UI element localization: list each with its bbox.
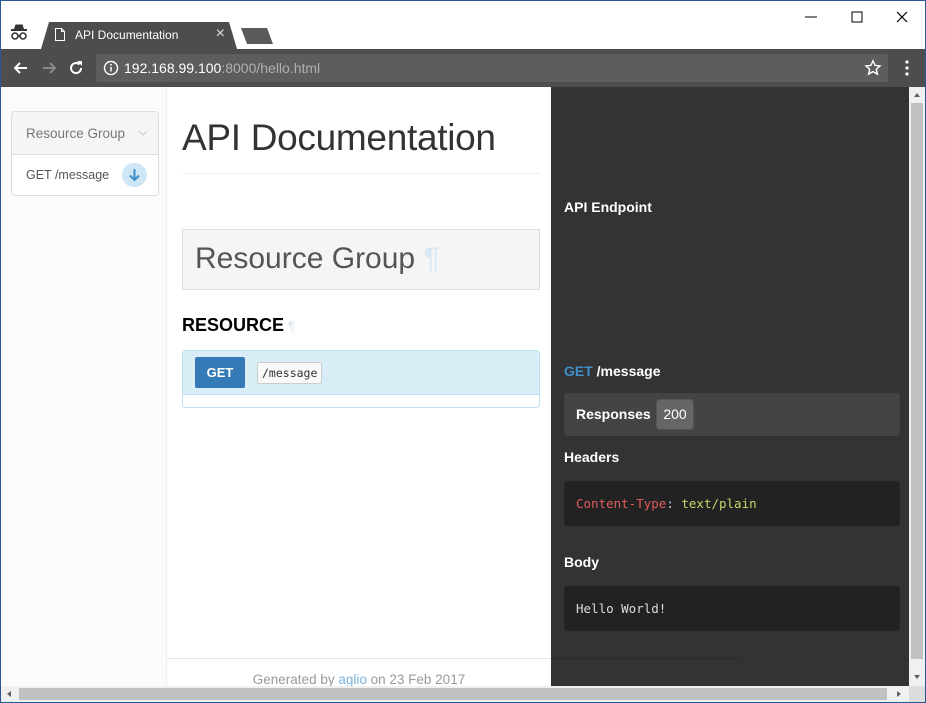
- request-method: GET: [564, 363, 593, 379]
- responses-label: Responses: [576, 406, 651, 422]
- resource-title: RESOURCE ¶: [182, 315, 296, 336]
- footer-suffix: on 23 Feb 2017: [366, 672, 466, 686]
- footer-divider: [167, 658, 551, 659]
- page-icon: [55, 28, 65, 41]
- tab-title: API Documentation: [75, 28, 179, 42]
- footer-prefix: Generated by: [252, 672, 339, 686]
- action-heading[interactable]: GET /message: [183, 351, 539, 395]
- forward-arrow-icon[interactable]: [39, 58, 59, 78]
- headers-code-block: Content-Type: text/plain: [564, 481, 900, 526]
- body-code-block: Hello World!: [564, 586, 900, 631]
- header-colon: :: [666, 496, 682, 511]
- vertical-scroll-thumb[interactable]: [911, 103, 923, 659]
- new-tab-button[interactable]: [241, 28, 273, 44]
- example-panel: API Endpoint GET /message Responses 200 …: [551, 87, 909, 686]
- title-bar: API Documentation ×: [1, 1, 925, 49]
- back-arrow-icon[interactable]: [11, 58, 31, 78]
- nav-panel: Resource Group GET /message: [11, 111, 159, 196]
- sidebar-item-get-message[interactable]: GET /message: [26, 168, 109, 182]
- browser-tab[interactable]: API Documentation ×: [41, 22, 237, 49]
- nav-group-label: Resource Group: [26, 126, 126, 141]
- api-endpoint-label: API Endpoint: [564, 199, 652, 215]
- horizontal-scroll-thumb[interactable]: [19, 688, 887, 700]
- reload-icon[interactable]: [66, 58, 86, 78]
- chevron-down-icon: [138, 130, 148, 136]
- resource-group-title-text: Resource Group: [195, 242, 416, 275]
- sidebar-nav: Resource Group GET /message: [1, 87, 167, 686]
- tab-close-icon[interactable]: ×: [216, 25, 225, 43]
- url-host: 192.168.99.100: [124, 60, 222, 76]
- info-icon[interactable]: [103, 60, 119, 76]
- header-value: text/plain: [681, 496, 757, 511]
- browser-toolbar: 192.168.99.100:8000/hello.html: [1, 49, 925, 87]
- vertical-scrollbar[interactable]: [909, 87, 925, 686]
- scroll-up-icon[interactable]: [913, 91, 921, 99]
- action-panel: GET /message: [182, 350, 540, 408]
- main-content: API Documentation Resource Group ¶ RESOU…: [167, 87, 551, 686]
- request-line: GET /message: [564, 363, 661, 379]
- minimize-icon[interactable]: [801, 7, 821, 27]
- star-icon[interactable]: [864, 59, 882, 77]
- headers-label: Headers: [564, 449, 620, 465]
- method-badge: GET: [195, 357, 245, 388]
- status-badge[interactable]: 200: [656, 399, 694, 430]
- page-viewport: Resource Group GET /message API Document…: [1, 87, 909, 686]
- right-divider: [551, 658, 741, 659]
- page-footer: Generated by aglio on 23 Feb 2017: [167, 672, 551, 686]
- arrow-down-icon[interactable]: [122, 163, 147, 187]
- scroll-right-icon[interactable]: [895, 690, 903, 698]
- request-uri: /message: [592, 363, 661, 379]
- maximize-icon[interactable]: [847, 7, 867, 27]
- title-divider: [182, 173, 540, 174]
- resource-group-header: Resource Group ¶: [182, 229, 540, 290]
- scroll-down-icon[interactable]: [913, 673, 921, 681]
- header-key: Content-Type: [576, 496, 667, 511]
- horizontal-scrollbar[interactable]: [1, 686, 909, 702]
- responses-tab[interactable]: Responses 200: [564, 393, 900, 436]
- url-path: :8000/hello.html: [221, 60, 321, 76]
- kebab-menu-icon[interactable]: [899, 59, 915, 77]
- permalink-icon[interactable]: ¶: [423, 242, 439, 275]
- page-title: API Documentation: [182, 117, 496, 158]
- address-bar[interactable]: 192.168.99.100:8000/hello.html: [96, 54, 888, 82]
- resource-permalink-icon[interactable]: ¶: [288, 318, 296, 334]
- browser-window: API Documentation × 192.168.99.100:8000/…: [0, 0, 926, 703]
- scroll-left-icon[interactable]: [5, 690, 13, 698]
- aglio-link[interactable]: aglio: [338, 672, 367, 686]
- incognito-icon[interactable]: [10, 23, 28, 41]
- scrollbar-corner: [909, 686, 925, 702]
- resource-title-text: RESOURCE: [182, 315, 285, 335]
- resource-group-title: Resource Group ¶: [195, 242, 440, 276]
- nav-group-heading[interactable]: Resource Group: [12, 112, 158, 155]
- close-icon[interactable]: [892, 7, 912, 27]
- action-uri: /message: [257, 362, 323, 384]
- url-text: 192.168.99.100:8000/hello.html: [124, 60, 320, 76]
- body-label: Body: [564, 554, 599, 570]
